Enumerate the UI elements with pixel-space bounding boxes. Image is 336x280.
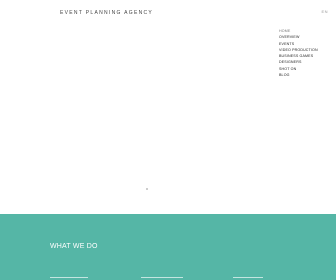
- what-we-do-section: WHAT WE DO: [0, 214, 336, 280]
- section-title: WHAT WE DO: [50, 243, 98, 250]
- slider-indicator-dot[interactable]: [146, 188, 148, 190]
- brand-logo-text[interactable]: EVENT PLANNING AGENCY: [60, 10, 153, 16]
- header-area: EVENT PLANNING AGENCY EN HOME OVERVIEW E…: [0, 0, 336, 214]
- main-menu: HOME OVERVIEW EVENTS VIDEO PRODUCTION BU…: [279, 28, 318, 78]
- service-column-1: [50, 277, 88, 278]
- service-column-2: [141, 277, 183, 278]
- language-switcher[interactable]: EN: [321, 9, 328, 14]
- menu-item-blog[interactable]: BLOG: [279, 72, 318, 78]
- service-column-3: [233, 277, 263, 278]
